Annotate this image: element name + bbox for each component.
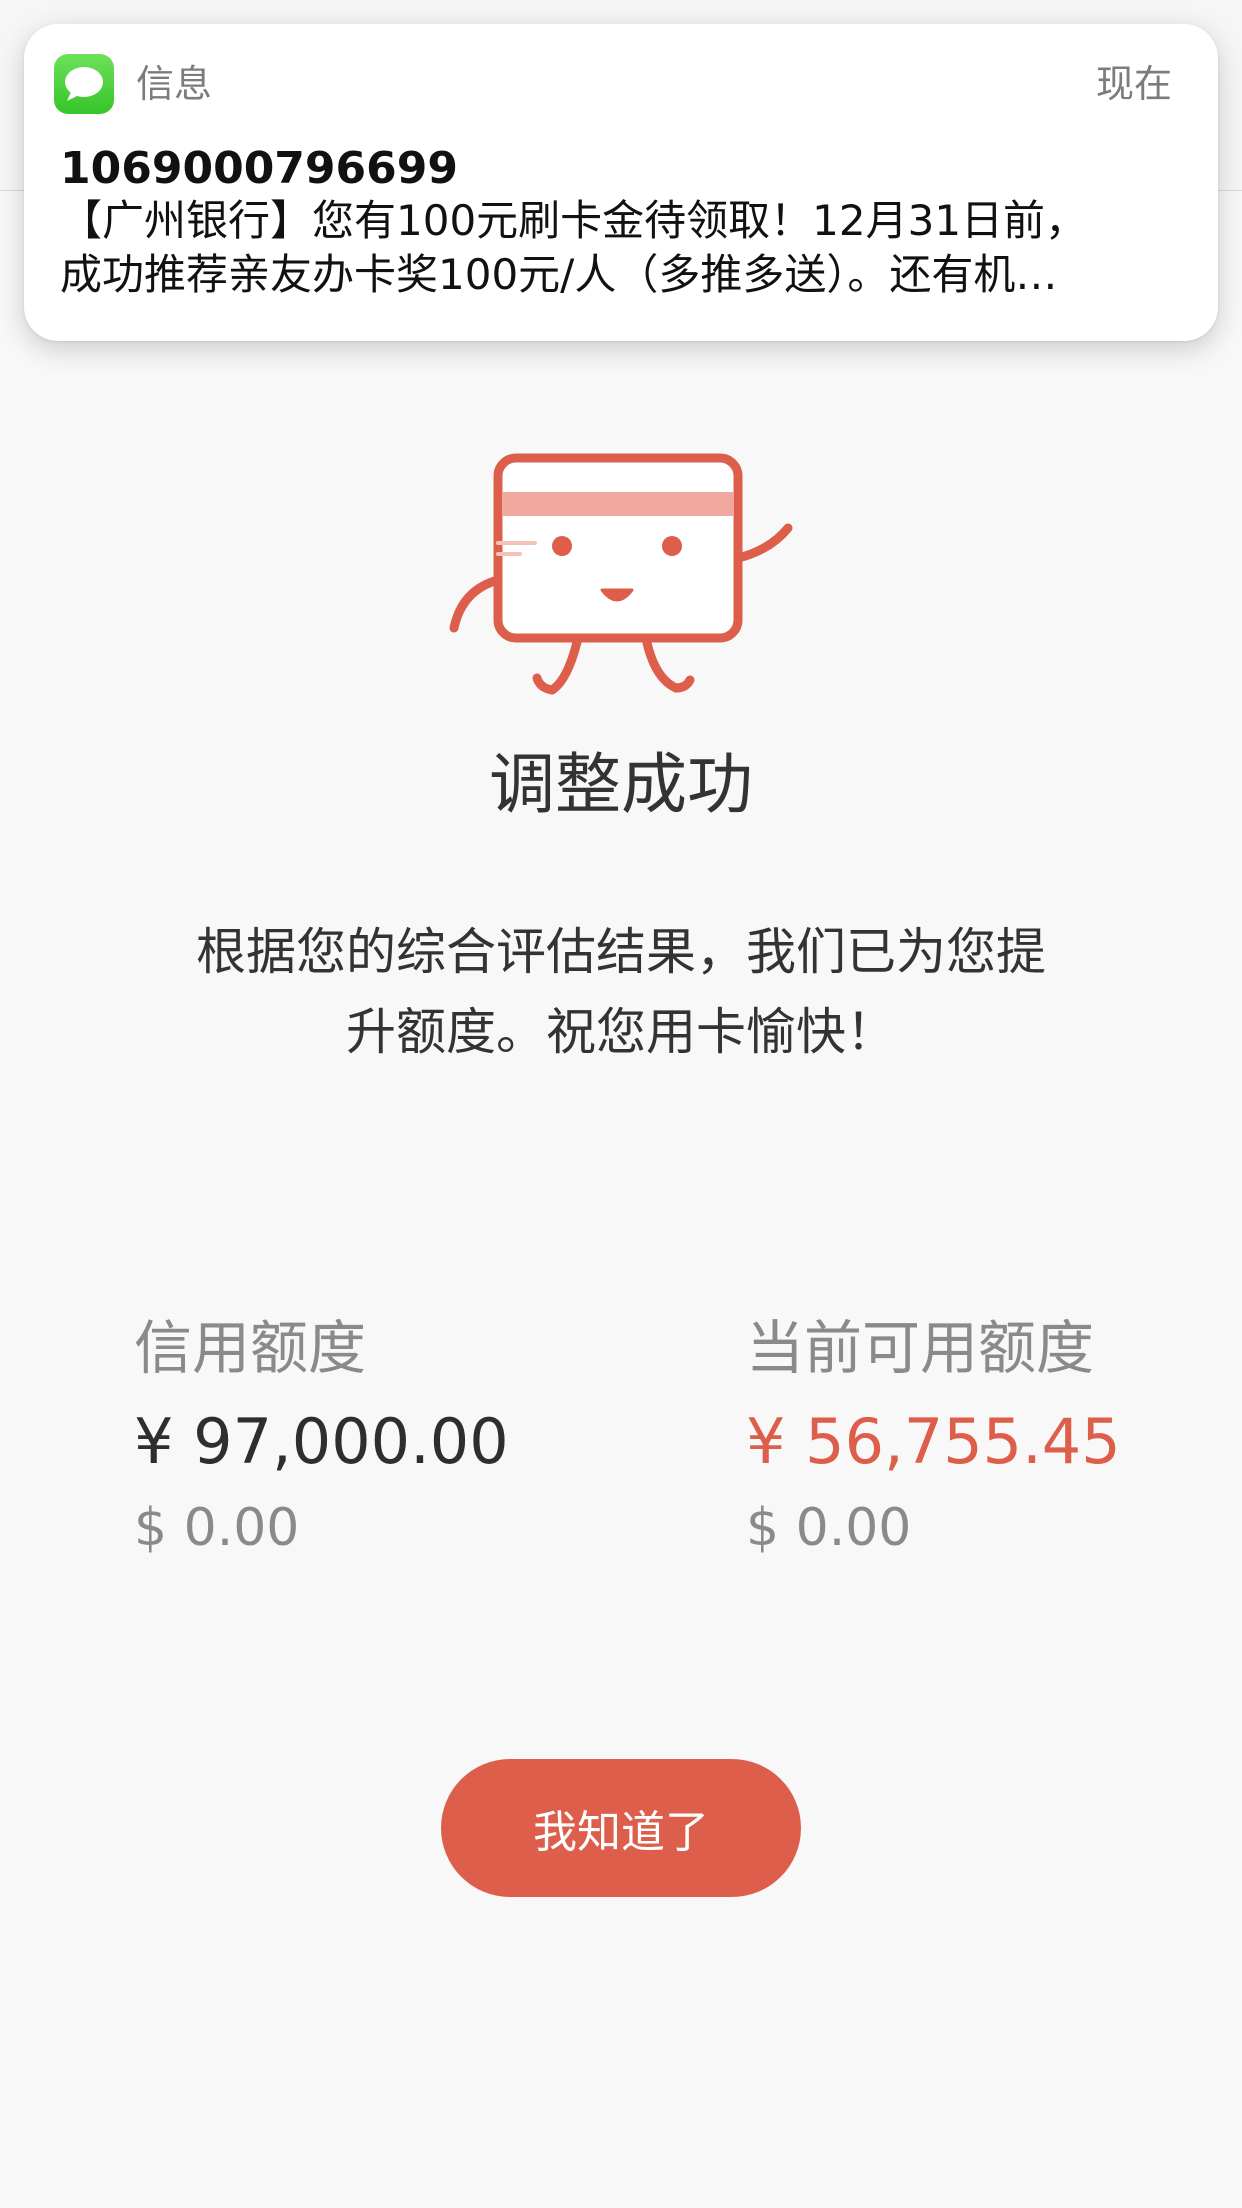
credit-limit-label: 信用额度 <box>134 1314 367 1382</box>
notification-body-line: 【广州银行】您有100元刷卡金待领取！12月31日前， <box>60 196 1088 245</box>
credit-limit-usd: $ 0.00 <box>134 1498 300 1558</box>
credit-limit-rmb: ¥ 97,000.00 <box>134 1405 509 1478</box>
result-description: 根据您的综合评估结果，我们已为您提 升额度。祝您用卡愉快！ <box>121 912 1121 1072</box>
available-limit-rmb: ¥ 56,755.45 <box>746 1405 1121 1478</box>
notification-time: 现在 <box>1095 62 1172 106</box>
card-mascot-icon <box>440 440 810 710</box>
available-limit-usd: $ 0.00 <box>746 1498 912 1558</box>
notification-banner[interactable]: 信息 现在 1069000796699 【广州银行】您有100元刷卡金待领取！1… <box>24 24 1218 341</box>
available-limit-section: 当前可用额度 ¥ 56,755.45 $ 0.00 <box>746 1310 1121 1562</box>
available-limit-label: 当前可用额度 <box>746 1314 1095 1382</box>
messages-icon <box>54 54 114 114</box>
app-screen: 信息 现在 1069000796699 【广州银行】您有100元刷卡金待领取！1… <box>0 0 1242 2208</box>
confirm-button[interactable]: 我知道了 <box>441 1759 801 1897</box>
notification-body-line: 成功推荐亲友办卡奖100元/人（多推多送）。还有机… <box>60 250 1058 299</box>
notification-sender: 1069000796699 <box>60 143 458 194</box>
notification-body: 【广州银行】您有100元刷卡金待领取！12月31日前， 成功推荐亲友办卡奖100… <box>60 194 1190 302</box>
description-line: 根据您的综合评估结果，我们已为您提 <box>196 923 1046 981</box>
credit-limit-section: 信用额度 ¥ 97,000.00 $ 0.00 <box>134 1310 509 1562</box>
description-line: 升额度。祝您用卡愉快！ <box>346 1003 896 1061</box>
page-title: 调整成功 <box>489 746 753 823</box>
notification-app-name: 信息 <box>136 62 213 106</box>
